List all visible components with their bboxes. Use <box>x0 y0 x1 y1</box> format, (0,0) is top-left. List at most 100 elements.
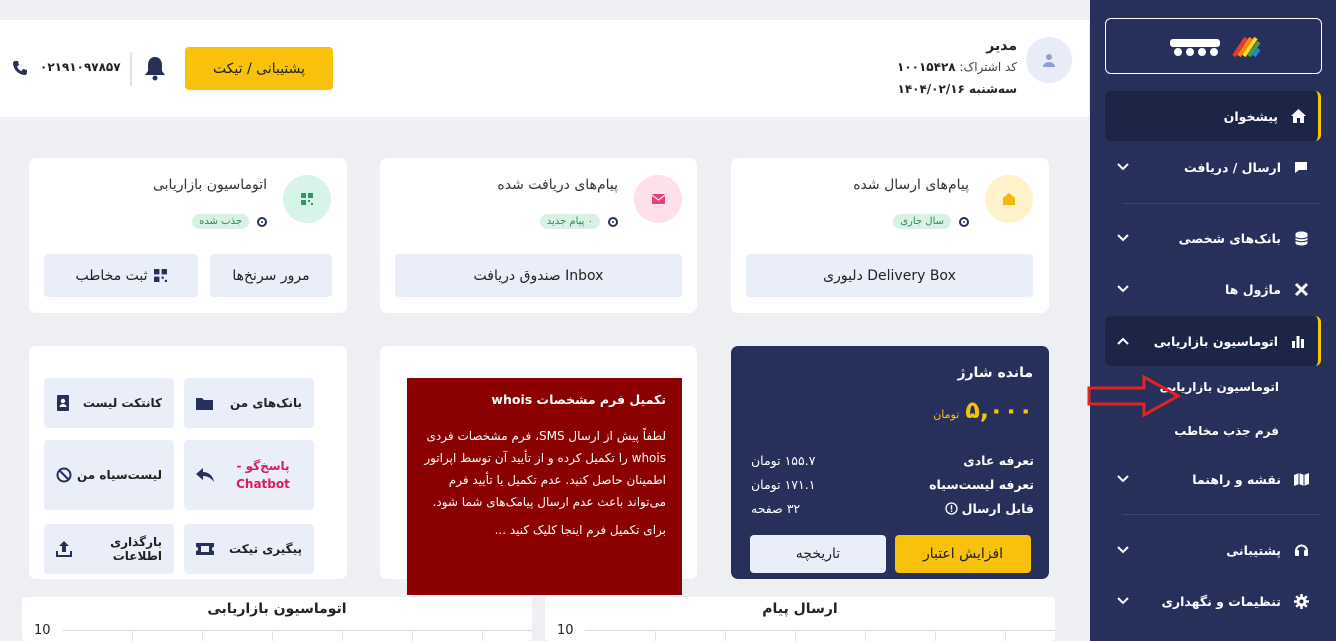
subscription-label: کد اشتراک: <box>959 60 1017 74</box>
history-button[interactable]: تاریخچه <box>750 535 886 573</box>
increase-credit-button[interactable]: افزایش اعتبار <box>895 535 1031 573</box>
gridline <box>795 630 796 641</box>
chevron-up-icon <box>1117 337 1129 345</box>
info-icon[interactable] <box>944 502 958 515</box>
sidebar-item-send-receive[interactable]: ارسال / دریافت <box>1105 142 1321 192</box>
gridline <box>202 630 203 641</box>
envelope-icon <box>634 175 682 223</box>
sidebar-item-label: ماژول ها <box>1225 281 1281 297</box>
logo[interactable] <box>1105 18 1322 74</box>
register-contact-button[interactable]: ثبت مخاطب <box>44 254 198 297</box>
inbox-button[interactable]: صندوق دریافت Inbox <box>395 254 682 297</box>
row-value: ۱۵۵.۷ تومان <box>751 453 816 468</box>
sidebar-item-map-guide[interactable]: نقشه و راهنما <box>1105 454 1321 504</box>
submenu-lead-form[interactable]: فرم جذب مخاطب <box>1174 424 1279 438</box>
quick-link-contact-list[interactable]: کانتکت لیست <box>44 378 174 428</box>
button-label: ثبت مخاطب <box>75 267 148 284</box>
divider <box>1122 514 1320 515</box>
chevron-down-icon <box>1117 475 1129 483</box>
sidebar-item-support[interactable]: پشتیبانی <box>1105 525 1321 575</box>
status-badge: سال جاری <box>893 214 951 229</box>
quick-links-card: بانک‌های من کانتکت لیست پاسخ‌گو - Chatbo… <box>29 346 347 579</box>
alert-body: لطفاً پیش از ارسال SMS، فرم مشخصات فردی … <box>424 429 666 509</box>
tile-label: لیست‌سیاه من <box>76 468 162 482</box>
tools-icon <box>1293 281 1309 297</box>
row-value: ۳۲ صفحه <box>751 501 801 516</box>
gear-icon <box>1293 593 1309 609</box>
quick-link-chatbot[interactable]: پاسخ‌گو - Chatbot <box>184 440 314 510</box>
sidebar-item-label: تنظیمات و نگهداری <box>1161 593 1281 609</box>
tile-label: پاسخ‌گو - Chatbot <box>236 459 290 491</box>
divider <box>1122 203 1320 204</box>
delivery-box-button[interactable]: دلیوری Delivery Box <box>746 254 1033 297</box>
avatar[interactable] <box>1026 37 1072 83</box>
chevron-down-icon <box>1117 285 1129 293</box>
ticket-icon <box>196 543 214 555</box>
current-date: سه‌شنبه ۱۴۰۴/۰۲/۱۶ <box>897 82 1018 96</box>
red-arrow-annotation <box>1087 374 1182 418</box>
balance-amount: ۵,۰۰۰ <box>965 396 1033 424</box>
alert-title: تکمیل فرم مشخصات whois <box>491 392 666 407</box>
home-icon <box>1290 108 1306 124</box>
row-label: تعرفه عادی <box>963 453 1034 468</box>
chat-icon <box>1293 159 1309 175</box>
badge-row: جذب شده <box>192 214 267 229</box>
sidebar-item-modules[interactable]: ماژول ها <box>1105 264 1321 314</box>
y-tick-label: 10 <box>557 623 574 638</box>
status-badge: ۰ پیام جدید <box>539 214 600 229</box>
status-badge: جذب شده <box>192 214 249 229</box>
sendable-row: قابل ارسال ۳۲ صفحه <box>751 501 1034 516</box>
whois-alert[interactable]: تکمیل فرم مشخصات whois لطفاً پیش از ارسا… <box>407 378 682 595</box>
gridline <box>725 630 726 641</box>
sidebar-item-label: ارسال / دریافت <box>1184 159 1281 175</box>
gridline <box>865 630 866 641</box>
quick-link-my-banks[interactable]: بانک‌های من <box>184 378 314 428</box>
send-messages-chart: ارسال پیام 10 <box>545 597 1055 641</box>
tile-label: بارگذاری اطلاعات <box>110 535 162 563</box>
chevron-down-icon <box>1117 163 1129 171</box>
quick-link-ticket-tracking[interactable]: پیگیری تیکت <box>184 524 314 574</box>
marketing-automation-chart: اتوماسیون بازاریابی 10 <box>22 597 532 641</box>
gridline <box>272 630 273 641</box>
chevron-down-icon <box>1117 597 1129 605</box>
database-icon <box>1293 230 1309 246</box>
support-ticket-button[interactable]: پشتیبانی / تیکت <box>185 47 333 90</box>
alert-link[interactable]: برای تکمیل فرم اینجا کلیک کنید ... <box>423 523 666 537</box>
bar-chart-icon <box>1290 333 1306 349</box>
sidebar-item-dashboard[interactable]: پیشخوان <box>1105 91 1321 141</box>
logo-text-mark <box>1169 39 1220 56</box>
sidebar-item-banks[interactable]: بانک‌های شخصی <box>1105 213 1321 263</box>
tile-label: کانتکت لیست <box>82 396 162 410</box>
balance-amount-row: ۵,۰۰۰ تومان <box>933 396 1033 424</box>
row-label: قابل ارسال <box>961 501 1034 516</box>
top-header: مدیر کد اشتراک: ۱۰۰۱۵۴۲۸ سه‌شنبه ۱۴۰۴/۰۲… <box>0 20 1089 117</box>
balance-card: مانده شارژ ۵,۰۰۰ تومان تعرفه عادی ۱۵۵.۷ ت… <box>731 346 1049 579</box>
y-tick-label: 10 <box>34 623 51 638</box>
status-dot <box>959 216 969 227</box>
gridline <box>655 630 656 641</box>
tile-label: بانک‌های من <box>229 396 302 410</box>
map-icon <box>1293 471 1309 487</box>
subscription-code: ۱۰۰۱۵۴۲۸ <box>897 60 956 74</box>
row-value: ۱۷۱.۱ تومان <box>751 477 816 492</box>
badge-row: ۰ پیام جدید <box>539 214 618 229</box>
gridline <box>935 630 936 641</box>
quick-link-upload-data[interactable]: بارگذاری اطلاعات <box>44 524 174 574</box>
phone-number: ۰۲۱۹۱۰۹۷۸۵۷ <box>40 60 121 74</box>
divider <box>130 52 132 86</box>
gridline <box>412 630 413 641</box>
tariff-blacklist-row: تعرفه لیست‌سیاه ۱۷۱.۱ تومان <box>751 477 1034 492</box>
card-title: پیام‌های ارسال شده <box>853 177 969 193</box>
sidebar-item-marketing-automation[interactable]: اتوماسیون بازاریابی <box>1105 316 1321 366</box>
review-leads-button[interactable]: مرور سرنخ‌ها <box>210 254 332 297</box>
sidebar-item-label: پیشخوان <box>1223 108 1278 124</box>
logo-rainbow-icon <box>1231 36 1260 58</box>
reply-icon <box>196 468 214 482</box>
block-icon <box>56 467 72 483</box>
sidebar-item-label: نقشه و راهنما <box>1192 471 1281 487</box>
subscription-info: کد اشتراک: ۱۰۰۱۵۴۲۸ <box>897 60 1017 74</box>
quick-link-blacklist[interactable]: لیست‌سیاه من <box>44 440 174 510</box>
phone-icon <box>12 60 28 76</box>
sidebar-item-settings[interactable]: تنظیمات و نگهداری <box>1105 576 1321 626</box>
bell-icon[interactable] <box>143 55 167 81</box>
